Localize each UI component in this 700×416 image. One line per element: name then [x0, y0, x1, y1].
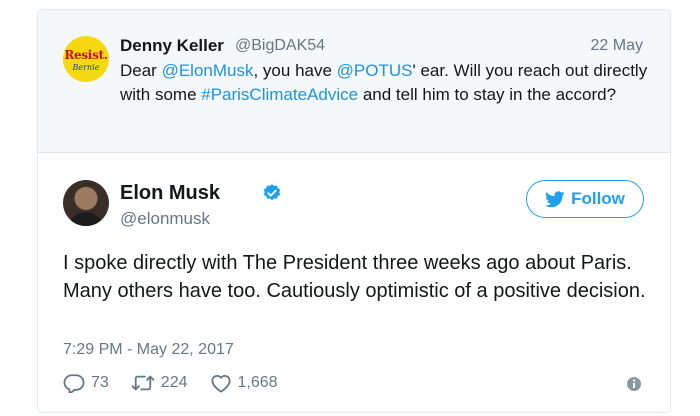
retweet-count: 224 [160, 374, 188, 391]
like-count: 1,668 [237, 374, 278, 391]
parent-avatar[interactable]: Resist. Bernie [63, 36, 109, 82]
hashtag-link[interactable]: #ParisClimateAdvice [201, 85, 358, 104]
tweet-text: I spoke directly with The President thre… [63, 252, 646, 302]
avatar-text-top: Resist. [64, 48, 108, 62]
reply-count: 73 [91, 374, 109, 391]
parent-display-name[interactable]: Denny Keller [120, 36, 224, 56]
reply-icon [63, 374, 85, 393]
retweet-icon [131, 375, 155, 391]
parent-tweet[interactable]: Resist. Bernie Denny Keller @BigDAK54 22… [38, 10, 670, 153]
parent-date[interactable]: 22 May [591, 37, 643, 55]
author-handle[interactable]: @elonmusk [120, 209, 210, 229]
follow-button-label: Follow [571, 189, 625, 208]
avatar-silhouette [68, 212, 104, 226]
tweet-actions: 73 224 1,668 [63, 372, 300, 394]
reply-action[interactable]: 73 [63, 373, 109, 393]
text-segment: , you have [253, 61, 337, 80]
parent-tweet-text: Dear @ElonMusk, you have @POTUS' ear. Wi… [120, 59, 650, 107]
follow-button[interactable]: Follow [526, 180, 644, 218]
author-display-name[interactable]: Elon Musk [120, 182, 220, 205]
heart-icon [210, 375, 231, 393]
info-icon[interactable] [626, 376, 642, 392]
verified-badge-icon [263, 184, 281, 201]
mention-link-elonmusk[interactable]: @ElonMusk [162, 61, 254, 80]
text-segment: Dear [120, 61, 162, 80]
author-avatar[interactable] [63, 180, 109, 226]
like-action[interactable]: 1,668 [210, 373, 278, 393]
text-segment: and tell him to stay in the accord? [358, 85, 617, 104]
avatar-text-bottom: Bernie [72, 63, 100, 72]
tweet-timestamp[interactable]: 7:29 PM - May 22, 2017 [63, 341, 234, 359]
mention-link-potus[interactable]: @POTUS [337, 61, 413, 80]
tweet-card: Resist. Bernie Denny Keller @BigDAK54 22… [37, 9, 671, 413]
parent-handle[interactable]: @BigDAK54 [235, 37, 325, 55]
twitter-bird-icon [545, 190, 565, 207]
retweet-action[interactable]: 224 [131, 373, 188, 393]
